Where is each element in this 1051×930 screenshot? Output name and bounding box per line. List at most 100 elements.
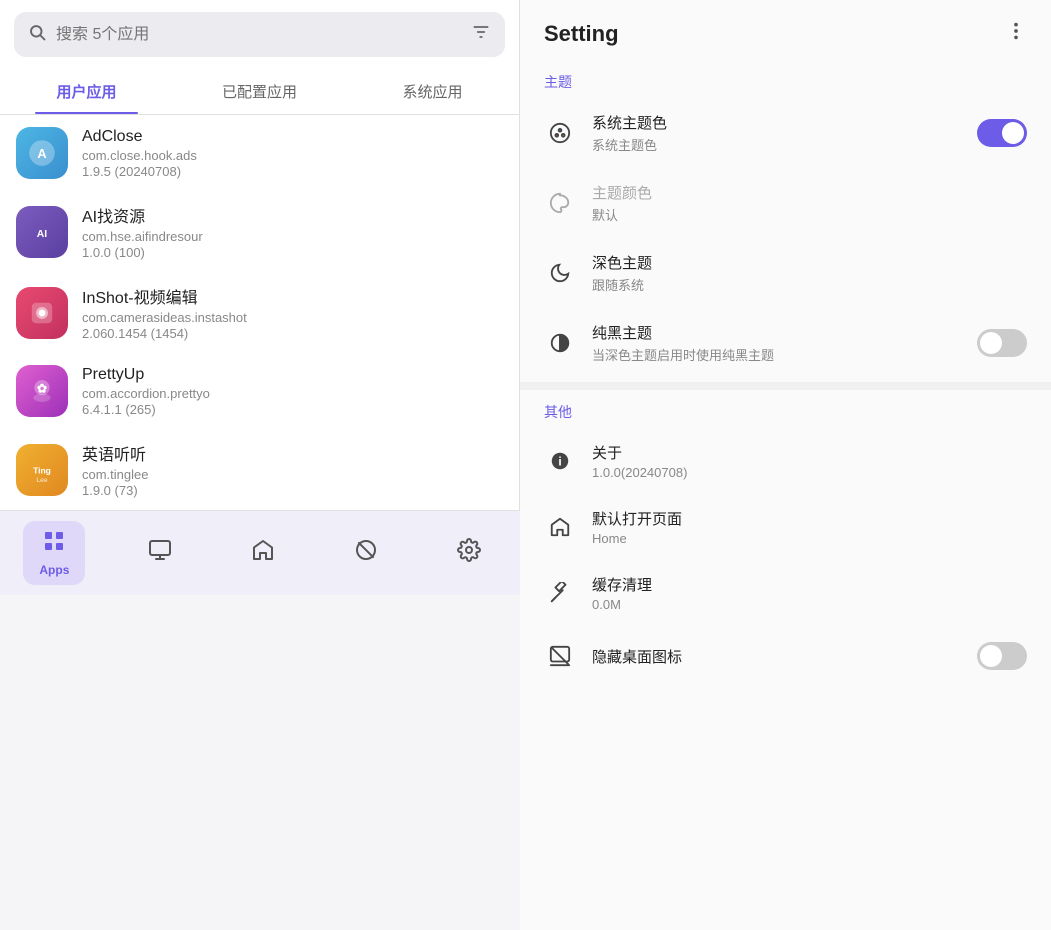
setting-title: 关于 [592, 442, 1027, 463]
setting-subtitle: 系统主题色 [592, 135, 961, 154]
svg-text:✿: ✿ [37, 382, 47, 396]
svg-text:i: i [558, 455, 561, 469]
more-options-icon[interactable] [1005, 20, 1027, 48]
setting-subtitle: 默认 [592, 205, 1027, 224]
settings-panel: Setting 主题 系统主题色 [520, 0, 1051, 930]
toggle-knob [980, 645, 1002, 667]
app-name: AdClose [82, 128, 503, 146]
setting-item-cache[interactable]: 缓存清理 0.0M [520, 560, 1051, 626]
setting-subtitle: 1.0.0(20240708) [592, 465, 1027, 480]
app-info-ai-resource: AI找资源 com.hse.aifindresour 1.0.0 (100) [82, 203, 503, 260]
app-name: PrettyUp [82, 366, 503, 384]
section-divider [520, 382, 1051, 390]
svg-text:AI: AI [37, 228, 48, 239]
app-version: 1.9.0 (73) [82, 483, 503, 498]
app-tabs: 用户应用 已配置应用 系统应用 [0, 69, 519, 115]
setting-item-about[interactable]: i 关于 1.0.0(20240708) [520, 428, 1051, 494]
toggle-system-theme[interactable] [977, 119, 1027, 147]
search-bar[interactable] [14, 12, 505, 57]
setting-subtitle: 当深色主题启用时使用纯黑主题 [592, 345, 961, 364]
settings-nav-icon [457, 538, 481, 568]
tab-system-apps[interactable]: 系统应用 [346, 69, 519, 114]
setting-title: 隐藏桌面图标 [592, 646, 961, 667]
filter-icon[interactable] [471, 22, 491, 47]
setting-item-hide-icon[interactable]: 隐藏桌面图标 [520, 626, 1051, 686]
app-version: 1.9.5 (20240708) [82, 164, 503, 179]
svg-text:Ting: Ting [33, 465, 51, 475]
setting-text-pure-black: 纯黑主题 当深色主题启用时使用纯黑主题 [592, 322, 961, 364]
setting-item-system-theme[interactable]: 系统主题色 系统主题色 [520, 98, 1051, 168]
app-icon-inshot [16, 287, 68, 339]
setting-title: 缓存清理 [592, 574, 1027, 595]
list-item[interactable]: InShot-视频编辑 com.camerasideas.instashot 2… [0, 272, 519, 353]
list-item[interactable]: ✿ PrettyUp com.accordion.prettyo 6.4.1.1… [0, 353, 519, 429]
app-package: com.hse.aifindresour [82, 229, 503, 244]
settings-header: Setting [520, 0, 1051, 64]
app-info-adclose: AdClose com.close.hook.ads 1.9.5 (202407… [82, 128, 503, 179]
palette-icon [544, 117, 576, 149]
setting-item-pure-black[interactable]: 纯黑主题 当深色主题启用时使用纯黑主题 [520, 308, 1051, 378]
settings-title: Setting [544, 21, 619, 47]
setting-item-theme-color[interactable]: 主题颜色 默认 [520, 168, 1051, 238]
tab-user-apps[interactable]: 用户应用 [0, 69, 173, 114]
tab-configured-apps[interactable]: 已配置应用 [173, 69, 346, 114]
nav-item-monitor[interactable] [132, 530, 188, 576]
search-input[interactable] [56, 26, 461, 44]
app-name: AI找资源 [82, 203, 503, 227]
hide-desktop-icon [544, 640, 576, 672]
app-name: 英语听听 [82, 441, 503, 465]
section-label-other: 其他 [520, 394, 1051, 428]
app-package: com.camerasideas.instashot [82, 310, 503, 325]
apps-icon [42, 529, 66, 559]
setting-subtitle: 0.0M [592, 597, 1027, 612]
app-icon-adclose: A [16, 127, 68, 179]
app-icon-tinglee: Ting Lee [16, 444, 68, 496]
toggle-hide-icon[interactable] [977, 642, 1027, 670]
setting-item-dark-theme[interactable]: 深色主题 跟随系统 [520, 238, 1051, 308]
setting-text-cache: 缓存清理 0.0M [592, 574, 1027, 612]
setting-title: 深色主题 [592, 252, 1027, 273]
nav-item-apps[interactable]: Apps [23, 521, 85, 585]
svg-text:A: A [37, 146, 46, 161]
setting-text-dark-theme: 深色主题 跟随系统 [592, 252, 1027, 294]
toggle-knob [980, 332, 1002, 354]
nav-label-apps: Apps [39, 563, 69, 577]
monitor-icon [148, 538, 172, 568]
block-icon [354, 538, 378, 568]
setting-text-hide-icon: 隐藏桌面图标 [592, 646, 961, 667]
list-item[interactable]: AI AI找资源 com.hse.aifindresour 1.0.0 (100… [0, 191, 519, 272]
moon-icon [544, 257, 576, 289]
app-version: 6.4.1.1 (265) [82, 402, 503, 417]
app-package: com.tinglee [82, 467, 503, 482]
home-nav-icon [251, 538, 275, 568]
setting-item-default-page[interactable]: 默认打开页面 Home [520, 494, 1051, 560]
list-item[interactable]: Ting Lee 英语听听 com.tinglee 1.9.0 (73) [0, 429, 519, 510]
setting-text-system-theme: 系统主题色 系统主题色 [592, 112, 961, 154]
app-version: 2.060.1454 (1454) [82, 326, 503, 341]
svg-text:Lee: Lee [36, 476, 48, 483]
broom-icon [544, 577, 576, 609]
nav-item-home[interactable] [235, 530, 291, 576]
setting-title: 纯黑主题 [592, 322, 961, 343]
home-icon [544, 511, 576, 543]
nav-item-settings[interactable] [441, 530, 497, 576]
setting-text-about: 关于 1.0.0(20240708) [592, 442, 1027, 480]
theme-color-icon [544, 187, 576, 219]
bottom-nav: Apps [0, 510, 520, 595]
setting-subtitle: 跟随系统 [592, 275, 1027, 294]
setting-title: 系统主题色 [592, 112, 961, 133]
contrast-icon [544, 327, 576, 359]
app-version: 1.0.0 (100) [82, 245, 503, 260]
app-package: com.accordion.prettyo [82, 386, 503, 401]
toggle-pure-black[interactable] [977, 329, 1027, 357]
app-icon-prettyup: ✿ [16, 365, 68, 417]
setting-text-theme-color: 主题颜色 默认 [592, 182, 1027, 224]
app-info-tinglee: 英语听听 com.tinglee 1.9.0 (73) [82, 441, 503, 498]
setting-title: 默认打开页面 [592, 508, 1027, 529]
app-info-prettyup: PrettyUp com.accordion.prettyo 6.4.1.1 (… [82, 366, 503, 417]
list-item[interactable]: A AdClose com.close.hook.ads 1.9.5 (2024… [0, 115, 519, 191]
app-icon-ai-resource: AI [16, 206, 68, 258]
nav-item-block[interactable] [338, 530, 394, 576]
app-info-inshot: InShot-视频编辑 com.camerasideas.instashot 2… [82, 284, 503, 341]
toggle-knob [1002, 122, 1024, 144]
